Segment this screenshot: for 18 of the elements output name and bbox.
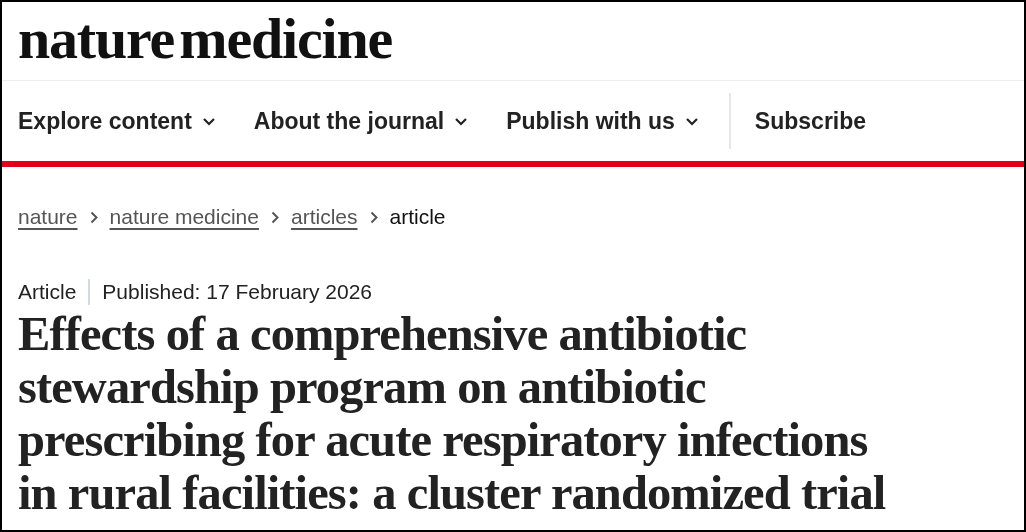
chevron-right-icon: [369, 210, 378, 224]
logo[interactable]: nature medicine: [18, 10, 393, 68]
nav-menu[interactable]: About the journal: [253, 107, 469, 135]
current-page-label: article: [389, 205, 446, 229]
chevron-right-icon: [89, 210, 98, 224]
chevron-down-icon: [201, 116, 216, 126]
nav-link[interactable]: Subscribe: [754, 107, 867, 135]
chevron-down-icon: [454, 116, 469, 126]
breadcrumb-link[interactable]: nature medicine: [109, 205, 259, 229]
article-type: Article: [18, 280, 77, 304]
chevron-right-icon: [270, 210, 279, 224]
publish-date: Published: 17 February 2026: [102, 280, 373, 304]
article-title: Effects of a comprehensive antibiotic stewardship program on antibiotic prescribing for acute respiratory infections in rural facilities: a cluster randomized trial: [18, 307, 887, 519]
breadcrumb-link[interactable]: articles: [290, 205, 358, 229]
nav-menu[interactable]: Publish with us: [506, 107, 699, 135]
nav-menu[interactable]: Explore content: [18, 107, 216, 135]
breadcrumb-link[interactable]: nature: [18, 205, 78, 229]
chevron-down-icon: [684, 116, 699, 126]
